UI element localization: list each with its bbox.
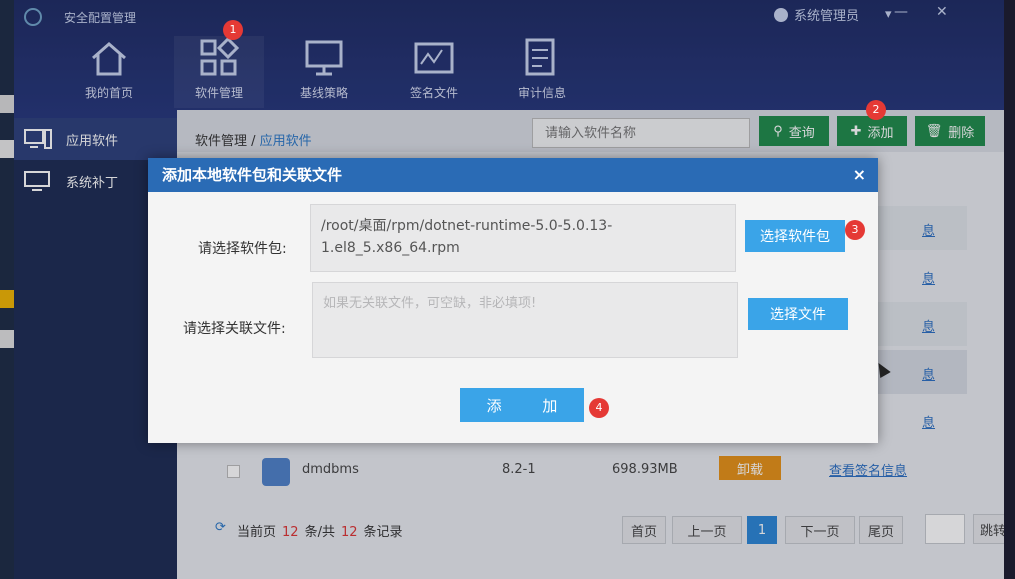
- dialog-title: 添加本地软件包和关联文件: [162, 166, 343, 184]
- close-icon[interactable]: ×: [853, 158, 866, 192]
- associated-file-field[interactable]: 如果无关联文件，可空缺，非必填项!: [312, 282, 738, 358]
- package-path-field[interactable]: /root/桌面/rpm/dotnet-runtime-5.0-5.0.13-1…: [310, 204, 736, 272]
- associated-file-label: 请选择关联文件:: [183, 321, 286, 337]
- package-label: 请选择软件包:: [198, 241, 287, 257]
- step-badge: 1: [223, 20, 243, 40]
- step-badge: 3: [845, 220, 865, 240]
- choose-file-button[interactable]: 选择文件: [748, 298, 848, 330]
- add-package-dialog: 添加本地软件包和关联文件 × 请选择软件包: /root/桌面/rpm/dotn…: [148, 158, 878, 443]
- dialog-header: 添加本地软件包和关联文件 ×: [148, 158, 878, 192]
- step-badge: 2: [866, 100, 886, 120]
- step-badge: 4: [589, 398, 609, 418]
- submit-add-button[interactable]: 添 加: [460, 388, 584, 422]
- choose-package-button[interactable]: 选择软件包: [745, 220, 845, 252]
